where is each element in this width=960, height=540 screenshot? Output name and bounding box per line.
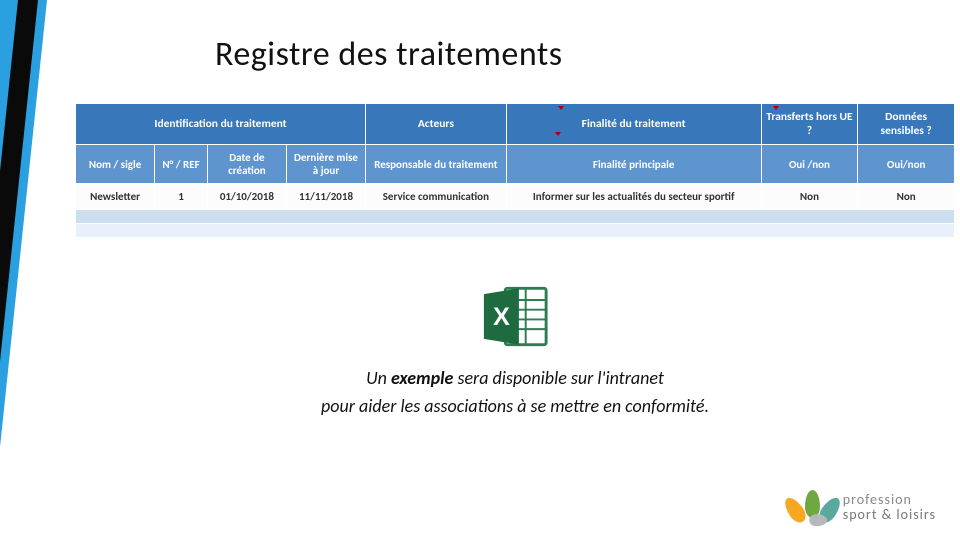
th-nom: Nom / sigle (76, 145, 155, 184)
accent-bars (0, 0, 65, 540)
registry-table: Identification du traitement Acteurs Fin… (75, 103, 955, 238)
caption-bold: exemple (391, 367, 453, 389)
page-title: Registre des traitements (215, 34, 955, 75)
brand-logo: profession sport & loisirs (791, 488, 936, 528)
th-identification: Identification du traitement (76, 104, 366, 145)
th-ouinon2: Oui/non (858, 145, 955, 184)
cell-resp: Service communication (366, 184, 507, 210)
th-finpr: Finalité principale (506, 145, 761, 184)
th-datecrea: Date de création (207, 145, 286, 184)
dropdown-marker-icon (558, 106, 564, 110)
content-area: Registre des traitements Identification … (75, 0, 955, 540)
svg-text:X: X (493, 303, 510, 331)
th-ref: N° / REF (155, 145, 208, 184)
logo-text-line2: sport & loisirs (843, 508, 936, 523)
th-maj: Dernière mise à jour (286, 145, 365, 184)
th-finalite: Finalité du traitement (506, 104, 761, 145)
cell-ouinon1: Non (761, 184, 858, 210)
caption-line1a: Un (366, 367, 391, 389)
table-header-row-1: Identification du traitement Acteurs Fin… (76, 104, 955, 145)
cell-datecrea: 01/10/2018 (207, 184, 286, 210)
table-row-empty (76, 210, 955, 224)
cell-ouinon2: Non (858, 184, 955, 210)
th-acteurs: Acteurs (366, 104, 507, 145)
caption-line2: pour aider les associations à se mettre … (321, 395, 709, 417)
caption-line1c: sera disponible sur l'intranet (453, 367, 664, 389)
excel-icon: X (480, 284, 550, 349)
cell-nom: Newsletter (76, 184, 155, 210)
logo-text: profession sport & loisirs (843, 493, 936, 522)
table-header-row-2: Nom / sigle N° / REF Date de création De… (76, 145, 955, 184)
table: Identification du traitement Acteurs Fin… (75, 103, 955, 238)
th-sensibles: Données sensibles ? (858, 104, 955, 145)
table-row: Newsletter 1 01/10/2018 11/11/2018 Servi… (76, 184, 955, 210)
slide: Registre des traitements Identification … (0, 0, 960, 540)
cell-finpr: Informer sur les actualités du secteur s… (506, 184, 761, 210)
th-resp: Responsable du traitement (366, 145, 507, 184)
th-ouinon1: Oui /non (761, 145, 858, 184)
logo-mark-icon (791, 488, 835, 528)
cell-ref: 1 (155, 184, 208, 210)
cell-maj: 11/11/2018 (286, 184, 365, 210)
table-row-empty (76, 224, 955, 238)
dropdown-marker-icon (555, 132, 561, 136)
dropdown-marker-icon (773, 106, 779, 110)
caption: Un exemple sera disponible sur l'intrane… (75, 365, 955, 421)
